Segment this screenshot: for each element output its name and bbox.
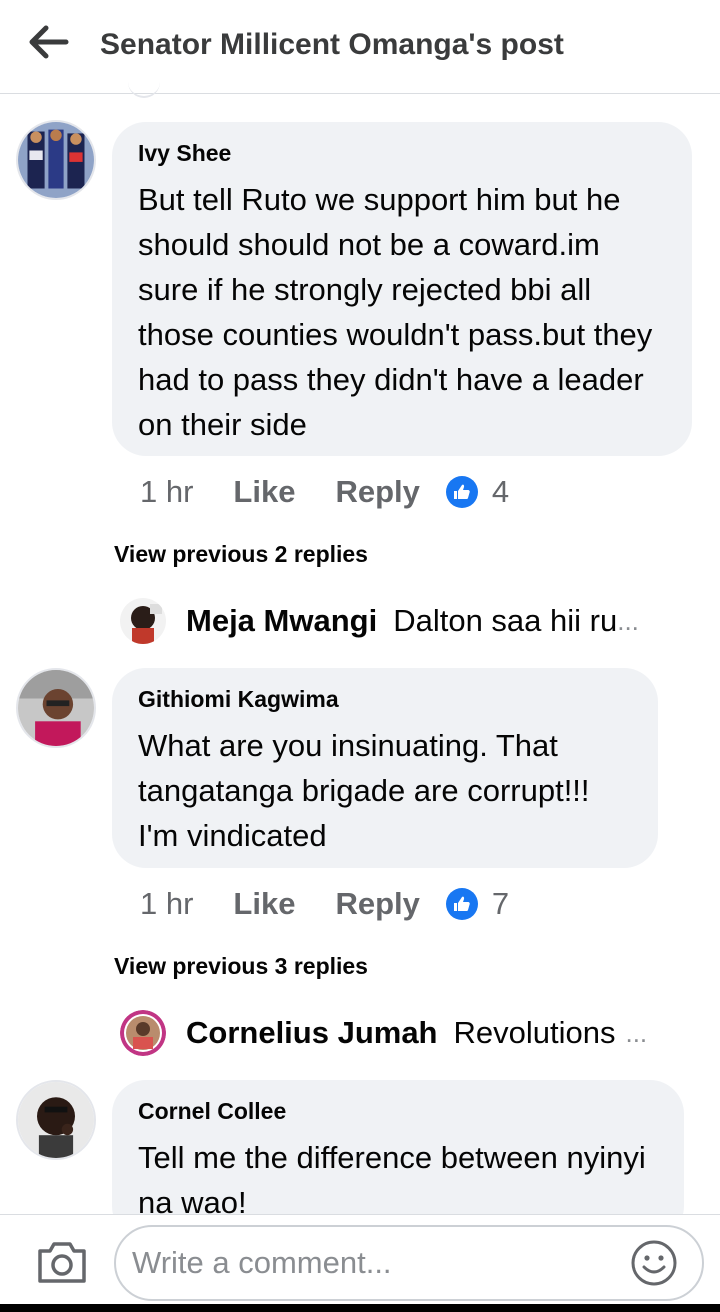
comment-actions: 1 hr Like Reply 7 bbox=[140, 884, 509, 924]
reply-button[interactable]: Reply bbox=[335, 886, 419, 922]
view-previous-replies[interactable]: View previous 2 replies bbox=[114, 541, 368, 568]
reply-text: Dalton saa hii ru bbox=[393, 603, 618, 638]
comment-author[interactable]: Ivy Shee bbox=[138, 140, 666, 167]
thumbs-up-icon[interactable] bbox=[445, 888, 478, 920]
smiley-icon[interactable] bbox=[630, 1239, 678, 1287]
comment-text: Tell me the difference between nyinyi na… bbox=[138, 1140, 646, 1220]
comment-author[interactable]: Githiomi Kagwima bbox=[138, 686, 632, 713]
scroll-indicator bbox=[128, 80, 160, 98]
avatar[interactable] bbox=[16, 1080, 96, 1160]
reply-preview[interactable]: Meja Mwangi Dalton saa hii ru ... bbox=[120, 597, 680, 645]
reply-button[interactable]: Reply bbox=[335, 474, 419, 510]
comment-actions: 1 hr Like Reply 4 bbox=[140, 472, 509, 512]
comment-text: But tell Ruto we support him but he shou… bbox=[138, 182, 653, 442]
reply-text: Revolutions bbox=[453, 1015, 616, 1050]
reply-ellipsis: ... bbox=[617, 605, 639, 636]
reply-author: Cornelius Jumah bbox=[186, 1015, 438, 1050]
reaction-count: 7 bbox=[491, 886, 510, 921]
reply-ellipsis: ... bbox=[625, 1017, 648, 1048]
arrow-left-icon[interactable] bbox=[26, 22, 70, 62]
reaction-count: 4 bbox=[491, 474, 510, 509]
camera-icon[interactable] bbox=[36, 1239, 88, 1285]
post-header: Senator Millicent Omanga's post bbox=[0, 0, 720, 98]
comment-composer bbox=[0, 1214, 720, 1312]
thumbs-up-icon[interactable] bbox=[445, 476, 478, 508]
comment-time[interactable]: 1 hr bbox=[140, 886, 193, 922]
like-button[interactable]: Like bbox=[233, 474, 295, 510]
view-previous-replies[interactable]: View previous 3 replies bbox=[114, 953, 368, 980]
comment-bubble: Githiomi Kagwima What are you insinuatin… bbox=[112, 668, 658, 868]
comment-bubble: Ivy Shee But tell Ruto we support him bu… bbox=[112, 122, 692, 456]
avatar[interactable] bbox=[16, 120, 96, 200]
comment-time[interactable]: 1 hr bbox=[140, 474, 193, 510]
avatar bbox=[120, 1010, 166, 1056]
like-button[interactable]: Like bbox=[233, 886, 295, 922]
comment-author[interactable]: Cornel Collee bbox=[138, 1098, 658, 1125]
avatar bbox=[120, 598, 166, 644]
comment-text: What are you insinuating. That tangatang… bbox=[138, 728, 590, 853]
page-title: Senator Millicent Omanga's post bbox=[100, 28, 564, 61]
reply-author: Meja Mwangi bbox=[186, 603, 378, 638]
comment-input[interactable] bbox=[114, 1225, 704, 1301]
system-nav-bar bbox=[0, 1304, 720, 1312]
reply-preview[interactable]: Cornelius Jumah Revolutions ... bbox=[120, 1009, 680, 1057]
avatar[interactable] bbox=[16, 668, 96, 748]
